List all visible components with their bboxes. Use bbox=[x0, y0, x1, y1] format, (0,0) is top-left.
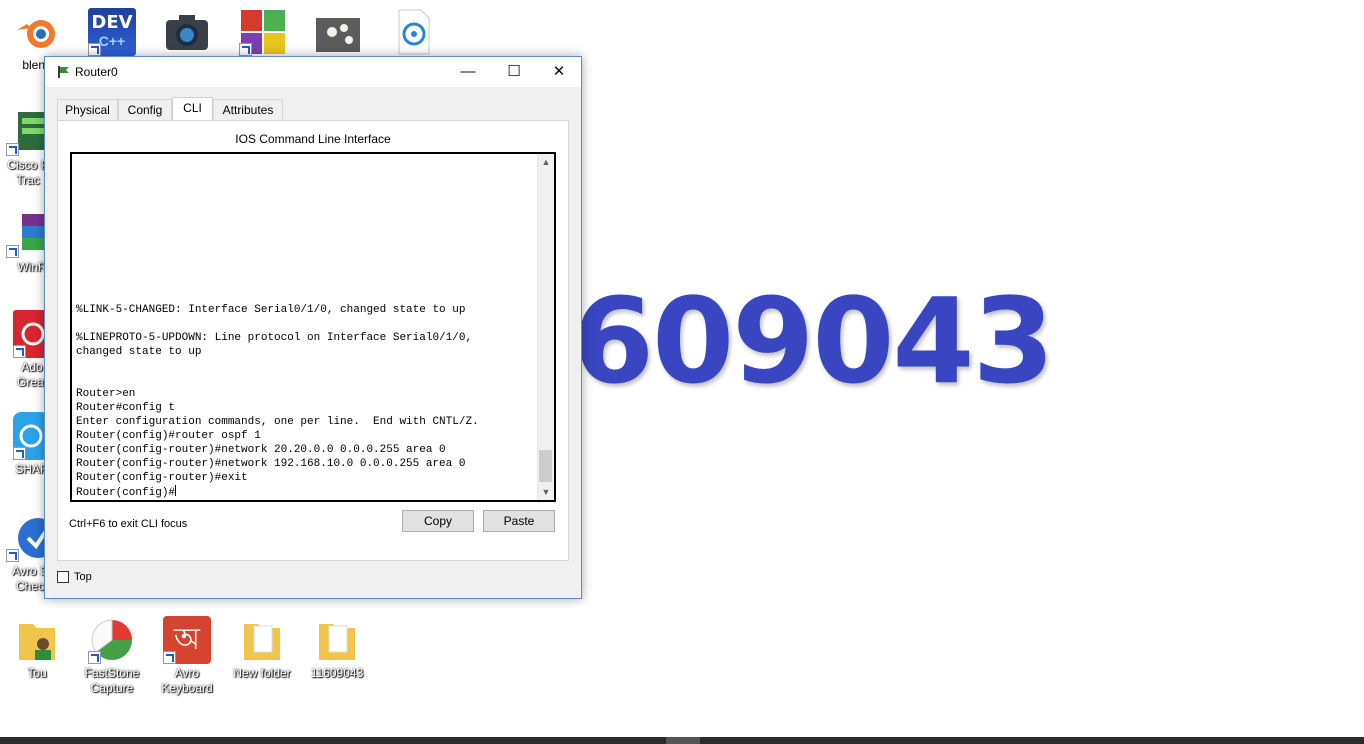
desktop-icon-camera[interactable] bbox=[151, 8, 223, 56]
router-window: Router0 — ☐ ✕ Physical Config CLI Attrib… bbox=[44, 56, 582, 599]
shortcut-arrow-icon bbox=[13, 345, 26, 358]
shortcut-arrow-icon bbox=[239, 43, 252, 56]
paste-button[interactable]: Paste bbox=[483, 510, 555, 532]
desktop-icon-11609043[interactable]: 11609043 bbox=[301, 616, 373, 681]
desktop-icon-label: New folder bbox=[233, 666, 291, 680]
desktop-icon-label: 11609043 bbox=[310, 666, 364, 680]
scroll-down-icon[interactable]: ▼ bbox=[538, 484, 554, 500]
desktop-icon-document[interactable] bbox=[377, 8, 449, 56]
faststone-capture-icon bbox=[88, 616, 136, 664]
shortcut-arrow-icon bbox=[6, 245, 19, 258]
maximize-button[interactable]: ☐ bbox=[491, 57, 537, 87]
avro-keyboard-icon: অ bbox=[163, 616, 211, 664]
cli-panel: IOS Command Line Interface %LINK-5-CHANG… bbox=[57, 120, 569, 561]
desktop-icon-app-grid[interactable] bbox=[227, 8, 299, 56]
window-title: Router0 bbox=[75, 65, 118, 79]
desktop-icon-label: Avro Keyboard bbox=[161, 666, 213, 695]
tab-physical[interactable]: Physical bbox=[57, 99, 118, 120]
router-app-icon bbox=[57, 65, 71, 79]
copy-button[interactable]: Copy bbox=[402, 510, 474, 532]
tab-attributes[interactable]: Attributes bbox=[213, 99, 283, 120]
shortcut-arrow-icon bbox=[163, 651, 176, 664]
wallpaper-number: 609043 bbox=[572, 272, 1055, 410]
blender-icon bbox=[13, 8, 61, 56]
tab-config[interactable]: Config bbox=[118, 99, 172, 120]
close-button[interactable]: ✕ bbox=[536, 57, 582, 87]
desktop-icon-new-folder[interactable]: New folder bbox=[226, 616, 298, 681]
desktop-icon-faststone[interactable]: FastStone Capture bbox=[76, 616, 148, 696]
cli-scrollbar[interactable]: ▲ ▼ bbox=[537, 154, 554, 500]
devcpp-icon-text: DEV bbox=[91, 12, 133, 33]
cli-focus-hint: Ctrl+F6 to exit CLI focus bbox=[69, 518, 188, 530]
desktop-icon-label: Tou bbox=[27, 666, 47, 680]
shortcut-arrow-icon bbox=[88, 651, 101, 664]
cli-heading: IOS Command Line Interface bbox=[235, 132, 391, 146]
folder-user-icon bbox=[13, 616, 61, 664]
cli-output-text: %LINK-5-CHANGED: Interface Serial0/1/0, … bbox=[76, 304, 479, 499]
shortcut-arrow-icon bbox=[6, 143, 19, 156]
minimize-button[interactable]: — bbox=[445, 57, 491, 87]
tab-cli[interactable]: CLI bbox=[172, 97, 213, 120]
cli-console[interactable]: %LINK-5-CHANGED: Interface Serial0/1/0, … bbox=[70, 152, 556, 502]
window-titlebar[interactable]: Router0 — ☐ ✕ bbox=[45, 57, 581, 87]
desktop-icon-devcpp[interactable]: DEV C++ bbox=[76, 8, 148, 56]
cli-output[interactable]: %LINK-5-CHANGED: Interface Serial0/1/0, … bbox=[76, 303, 536, 500]
taskbar bbox=[0, 737, 1364, 744]
devcpp-icon: DEV C++ bbox=[88, 8, 136, 56]
desktop-icon-avro-keyboard[interactable]: অ Avro Keyboard bbox=[151, 616, 223, 696]
folder-icon bbox=[238, 616, 286, 664]
top-checkbox-label[interactable]: Top bbox=[74, 571, 92, 583]
text-cursor bbox=[175, 485, 177, 496]
taskbar-item[interactable] bbox=[666, 737, 700, 744]
top-checkbox[interactable] bbox=[57, 571, 69, 583]
shortcut-arrow-icon bbox=[88, 43, 101, 56]
scroll-up-icon[interactable]: ▲ bbox=[538, 154, 554, 170]
shortcut-arrow-icon bbox=[6, 549, 19, 562]
camera-icon bbox=[163, 8, 211, 56]
photo-icon bbox=[314, 8, 362, 56]
desktop-icon-label: FastStone Capture bbox=[84, 666, 140, 695]
desktop-icon-photo[interactable] bbox=[302, 8, 374, 56]
document-disc-icon bbox=[389, 8, 437, 56]
app-grid-icon bbox=[239, 8, 287, 56]
scroll-thumb[interactable] bbox=[539, 450, 552, 482]
desktop-icon-tou[interactable]: Tou bbox=[1, 616, 73, 681]
shortcut-arrow-icon bbox=[13, 447, 26, 460]
folder-icon bbox=[313, 616, 361, 664]
